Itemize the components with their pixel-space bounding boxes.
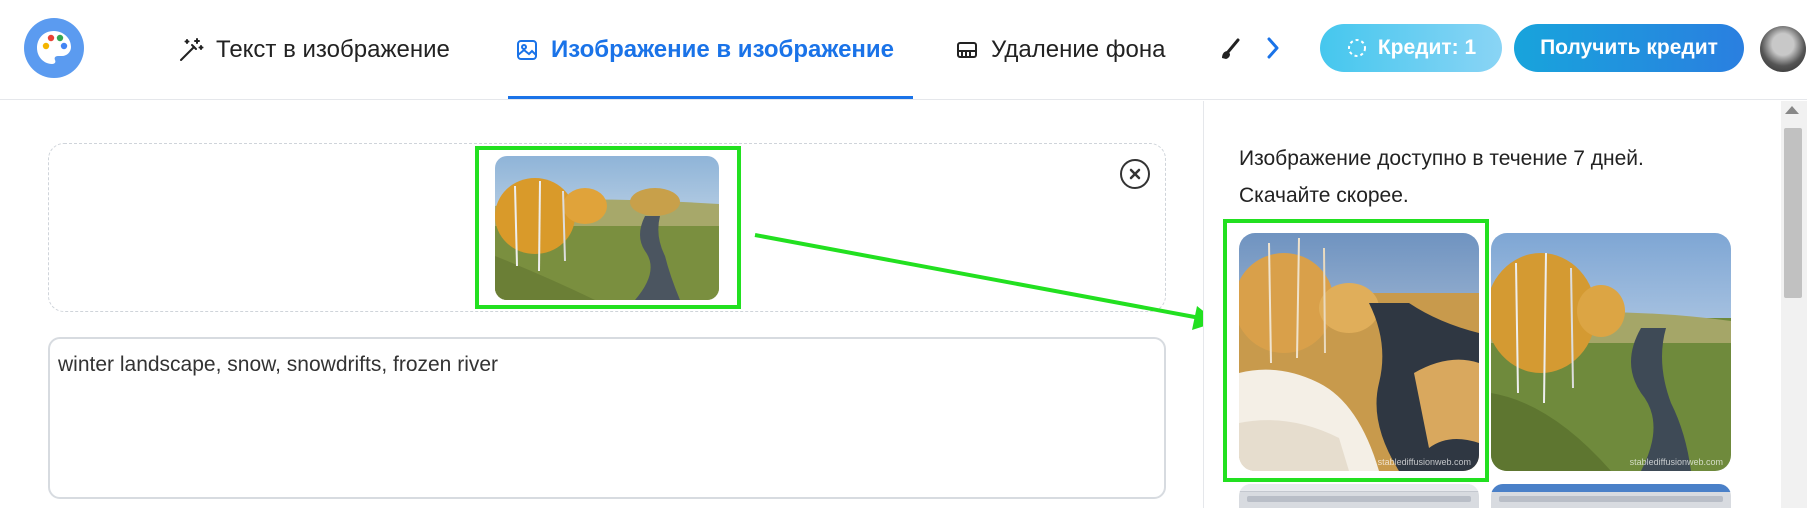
scrollbar-thumb[interactable] bbox=[1784, 128, 1802, 298]
result-image-thumbnail[interactable] bbox=[1239, 484, 1479, 508]
highlight-result-image bbox=[1223, 219, 1489, 482]
watermark-text: stablediffusionweb.com bbox=[1629, 457, 1723, 467]
notice-line-2: Скачайте скорее. bbox=[1239, 184, 1409, 207]
result-image-autumn[interactable]: stablediffusionweb.com bbox=[1491, 233, 1731, 471]
result-image-thumbnail[interactable] bbox=[1491, 484, 1731, 508]
availability-notice: Изображение доступно в течение 7 дней. С… bbox=[1239, 140, 1719, 214]
scroll-up-arrow-icon[interactable] bbox=[1785, 106, 1799, 114]
notice-line-1: Изображение доступно в течение 7 дней. bbox=[1239, 147, 1644, 170]
